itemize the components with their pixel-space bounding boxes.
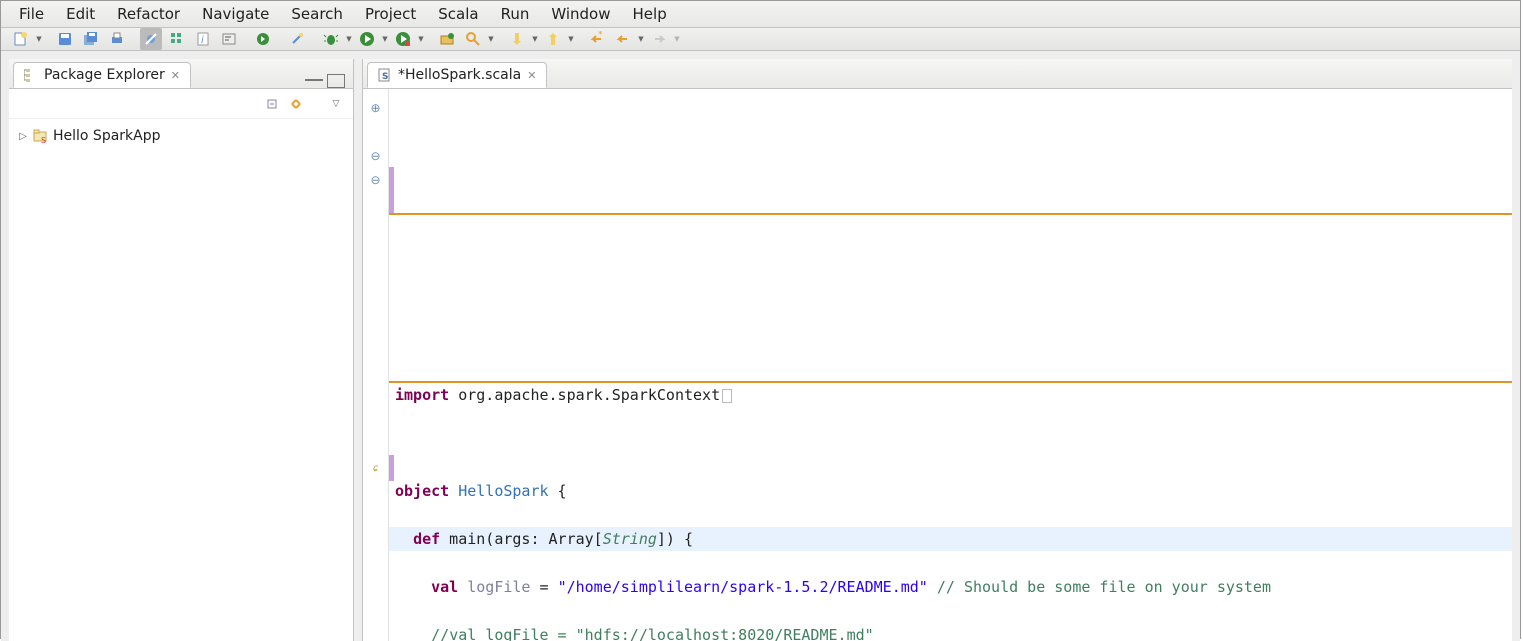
dropdown-icon[interactable]: ▼: [381, 28, 389, 50]
forward-icon[interactable]: [648, 28, 670, 50]
menu-bar: File Edit Refactor Navigate Search Proje…: [1, 1, 1520, 28]
close-icon[interactable]: ✕: [171, 69, 180, 82]
main-toolbar: ▼ i ▼ ▼ ▼ ▼ ▼ ▼ * ▼ ▼: [1, 28, 1520, 51]
collapse-all-icon[interactable]: [263, 95, 281, 113]
svg-text:S: S: [382, 72, 388, 82]
menu-scala[interactable]: Scala: [428, 1, 488, 27]
menu-refactor[interactable]: Refactor: [107, 1, 190, 27]
dropdown-icon[interactable]: ▼: [673, 28, 681, 50]
new-icon[interactable]: [10, 28, 32, 50]
svg-text:*: *: [598, 31, 603, 40]
menu-navigate[interactable]: Navigate: [192, 1, 279, 27]
menu-project[interactable]: Project: [355, 1, 426, 27]
fold-expand-icon[interactable]: ⊕: [370, 97, 380, 121]
package-explorer-title: Package Explorer: [44, 67, 165, 83]
folded-region-icon[interactable]: [722, 389, 732, 403]
implicit-hint-icon[interactable]: ɕ: [372, 457, 378, 481]
build-icon[interactable]: [166, 28, 188, 50]
project-tree[interactable]: ▷ S Hello SparkApp: [9, 119, 353, 641]
save-all-icon[interactable]: [80, 28, 102, 50]
menu-window[interactable]: Window: [541, 1, 620, 27]
maximize-icon[interactable]: [327, 74, 345, 88]
new-package-icon[interactable]: [436, 28, 458, 50]
package-tree-icon: [24, 68, 38, 82]
ide-window: File Edit Refactor Navigate Search Proje…: [0, 0, 1521, 639]
code-text[interactable]: import org.apache.spark.SparkContext obj…: [389, 89, 1512, 641]
editor-tab-label: *HelloSpark.scala: [398, 67, 521, 83]
dropdown-icon[interactable]: ▼: [35, 28, 43, 50]
fold-collapse-icon[interactable]: ⊖: [370, 145, 380, 169]
dropdown-icon[interactable]: ▼: [417, 28, 425, 50]
expand-arrow-icon[interactable]: ▷: [17, 131, 29, 142]
dropdown-icon[interactable]: ▼: [345, 28, 353, 50]
run-external-icon[interactable]: [392, 28, 414, 50]
scala-file-icon: S: [378, 68, 392, 82]
back-icon[interactable]: [612, 28, 634, 50]
prev-annotation-icon[interactable]: [506, 28, 528, 50]
next-annotation-icon[interactable]: [542, 28, 564, 50]
toggle-info-icon[interactable]: i: [192, 28, 214, 50]
svg-text:i: i: [201, 35, 204, 46]
run-icon[interactable]: [356, 28, 378, 50]
search-icon[interactable]: [462, 28, 484, 50]
console-icon[interactable]: [218, 28, 240, 50]
package-explorer-view: Package Explorer ✕ ▽ ▷ S Hello SparkApp: [9, 59, 354, 641]
dropdown-icon[interactable]: ▼: [531, 28, 539, 50]
menu-file[interactable]: File: [9, 1, 54, 27]
editor-gutter[interactable]: ⊕ ⊖ ⊖ ɕ: [363, 89, 389, 641]
menu-search[interactable]: Search: [281, 1, 353, 27]
debug-icon[interactable]: [320, 28, 342, 50]
editor-tabbar: S *HelloSpark.scala ✕: [363, 59, 1512, 89]
svg-text:S: S: [41, 136, 46, 144]
project-label: Hello SparkApp: [53, 128, 161, 144]
view-tabbar: Package Explorer ✕: [9, 59, 353, 89]
menu-run[interactable]: Run: [491, 1, 540, 27]
dropdown-icon[interactable]: ▼: [487, 28, 495, 50]
client-area: Package Explorer ✕ ▽ ▷ S Hello SparkApp: [1, 51, 1520, 641]
annotation-highlight-box: [389, 213, 1512, 383]
package-explorer-tab[interactable]: Package Explorer ✕: [13, 62, 191, 88]
code-editor[interactable]: ⊕ ⊖ ⊖ ɕ import org.apache.spa: [363, 89, 1512, 641]
close-icon[interactable]: ✕: [527, 69, 536, 82]
menu-edit[interactable]: Edit: [56, 1, 105, 27]
wand-icon[interactable]: [286, 28, 308, 50]
editor-area: S *HelloSpark.scala ✕ ⊕ ⊖ ⊖ ɕ: [362, 59, 1512, 641]
project-node[interactable]: ▷ S Hello SparkApp: [17, 125, 345, 147]
explorer-toolbar: ▽: [9, 89, 353, 119]
skip-breakpoints-icon[interactable]: [140, 28, 162, 50]
dropdown-icon[interactable]: ▼: [567, 28, 575, 50]
menu-help[interactable]: Help: [623, 1, 677, 27]
editor-tab[interactable]: S *HelloSpark.scala ✕: [367, 62, 547, 88]
dropdown-icon[interactable]: ▼: [637, 28, 645, 50]
scala-project-icon: S: [33, 128, 49, 144]
print-icon[interactable]: [106, 28, 128, 50]
link-editor-icon[interactable]: [287, 95, 305, 113]
fold-collapse-icon[interactable]: ⊖: [370, 169, 380, 193]
last-edit-icon[interactable]: *: [586, 28, 608, 50]
open-type-icon[interactable]: [252, 28, 274, 50]
view-menu-icon[interactable]: ▽: [327, 95, 345, 113]
save-icon[interactable]: [54, 28, 76, 50]
minimize-icon[interactable]: [305, 77, 323, 81]
